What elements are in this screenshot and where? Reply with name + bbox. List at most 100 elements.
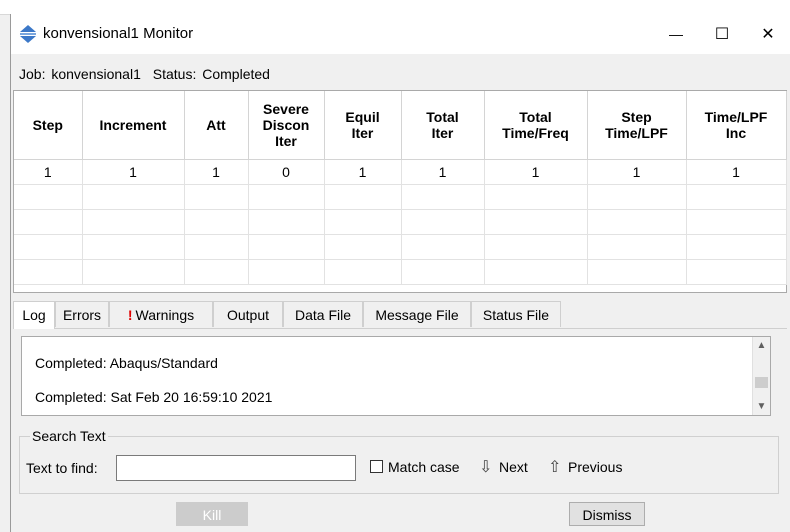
search-text-group: Search Text Text to find: Match case ⇩ N…	[19, 428, 779, 494]
table-row[interactable]	[14, 209, 787, 235]
table-cell	[184, 184, 249, 210]
close-icon: ✕	[761, 26, 775, 43]
table-cell	[324, 259, 402, 285]
tab-output[interactable]: Output	[213, 301, 283, 327]
table-cell	[484, 259, 588, 285]
table-row[interactable]	[14, 234, 787, 260]
column-header-line: Total	[426, 109, 459, 125]
table-cell	[686, 184, 787, 210]
log-line-1: Completed: Abaqus/Standard	[35, 355, 218, 371]
column-header: Step Time/LPF	[587, 91, 687, 160]
column-header-line: Step	[621, 109, 652, 125]
table-cell	[686, 209, 787, 235]
table-cell	[248, 184, 325, 210]
scroll-up-icon[interactable]: ▲	[753, 337, 770, 354]
warning-icon: !	[127, 307, 133, 323]
column-header-line: Step	[32, 117, 63, 133]
job-status-line: Job: konvensional1 Status: Completed	[19, 66, 272, 82]
tab-log[interactable]: Log	[13, 301, 55, 329]
column-header: Increment	[82, 91, 185, 160]
column-header: Equil Iter	[324, 91, 402, 160]
table-row[interactable]	[14, 184, 787, 210]
tab-message-file-label: Message File	[375, 307, 459, 323]
table-cell	[401, 234, 485, 260]
tab-warnings[interactable]: ! Warnings	[109, 301, 213, 327]
column-header-line: Total	[519, 109, 552, 125]
column-header: Step	[14, 91, 83, 160]
match-case-checkbox[interactable]	[370, 460, 383, 473]
kill-button[interactable]: Kill	[176, 502, 248, 526]
find-input[interactable]	[116, 455, 356, 481]
column-header-line: Increment	[99, 117, 167, 133]
next-button[interactable]: Next	[499, 459, 528, 475]
previous-button[interactable]: Previous	[568, 459, 622, 475]
arrow-up-icon[interactable]: ⇧	[548, 457, 561, 477]
match-case-label[interactable]: Match case	[388, 459, 460, 475]
tab-log-label: Log	[22, 307, 46, 323]
table-cell	[484, 184, 588, 210]
log-line-2: Completed: Sat Feb 20 16:59:10 2021	[35, 389, 273, 405]
column-header: Total Time/Freq	[484, 91, 588, 160]
log-panel[interactable]: Completed: Abaqus/Standard Completed: Sa…	[21, 336, 771, 416]
increment-table-panel: Step Increment Att Severe Discon Iter Equil Ite…	[13, 90, 787, 293]
dismiss-button[interactable]: Dismiss	[569, 502, 645, 526]
table-cell	[14, 259, 83, 285]
column-header: Time/LPF Inc	[686, 91, 787, 160]
table-cell	[248, 209, 325, 235]
tab-data-file-label: Data File	[294, 307, 352, 323]
scroll-thumb[interactable]	[755, 377, 768, 388]
table-cell	[14, 184, 83, 210]
column-header-line: Inc	[725, 125, 747, 141]
table-cell: 1	[14, 159, 83, 185]
table-cell: 1	[686, 159, 787, 185]
tab-message-file[interactable]: Message File	[363, 301, 471, 327]
column-header-line: Att	[206, 117, 226, 133]
table-cell	[401, 184, 485, 210]
table-cell: 1	[324, 159, 402, 185]
column-header-line: Iter	[431, 125, 454, 141]
scroll-down-icon[interactable]: ▼	[753, 398, 770, 415]
tab-status-file-label: Status File	[482, 307, 550, 323]
tab-errors-label: Errors	[62, 307, 102, 323]
table-header-row: Step Increment Att Severe Discon Iter Equil Ite…	[14, 91, 787, 160]
table-cell	[184, 259, 249, 285]
column-header-line: Time/LPF	[605, 125, 668, 141]
table-cell	[14, 209, 83, 235]
background-strip	[0, 0, 790, 15]
table-body: 111011111	[14, 159, 787, 285]
maximize-icon: ☐	[714, 26, 730, 43]
table-cell	[324, 209, 402, 235]
tab-output-label: Output	[226, 307, 270, 323]
table-row[interactable]: 111011111	[14, 159, 787, 185]
tab-warnings-label: Warnings	[135, 307, 195, 323]
arrow-down-icon[interactable]: ⇩	[479, 457, 492, 477]
table-row[interactable]	[14, 259, 787, 285]
search-group-label: Search Text	[30, 428, 108, 444]
table-cell	[401, 209, 485, 235]
tab-data-file[interactable]: Data File	[283, 301, 363, 327]
close-button[interactable]: ✕	[745, 14, 790, 54]
job-label: Job:	[19, 66, 46, 82]
find-label: Text to find:	[26, 460, 98, 476]
title-bar: konvensional1 Monitor — ☐ ✕	[11, 14, 790, 54]
column-header: Total Iter	[401, 91, 485, 160]
job-name: konvensional1	[51, 66, 141, 82]
table-cell	[587, 184, 687, 210]
table-cell	[686, 234, 787, 260]
table-cell	[484, 209, 588, 235]
tab-errors[interactable]: Errors	[55, 301, 109, 327]
column-header-line: Iter	[351, 125, 374, 141]
tab-status-file[interactable]: Status File	[471, 301, 561, 327]
table-cell	[484, 234, 588, 260]
table-cell: 1	[184, 159, 249, 185]
table-cell	[686, 259, 787, 285]
table-cell	[587, 234, 687, 260]
maximize-button[interactable]: ☐	[699, 14, 745, 54]
table-cell	[324, 184, 402, 210]
status-label: Status:	[152, 66, 197, 82]
abaqus-monitor-icon	[20, 25, 36, 43]
log-scrollbar[interactable]: ▲ ▼	[752, 337, 770, 415]
minimize-button[interactable]: —	[653, 14, 699, 54]
column-header-line: Time/Freq	[502, 125, 569, 141]
table-cell	[248, 234, 325, 260]
